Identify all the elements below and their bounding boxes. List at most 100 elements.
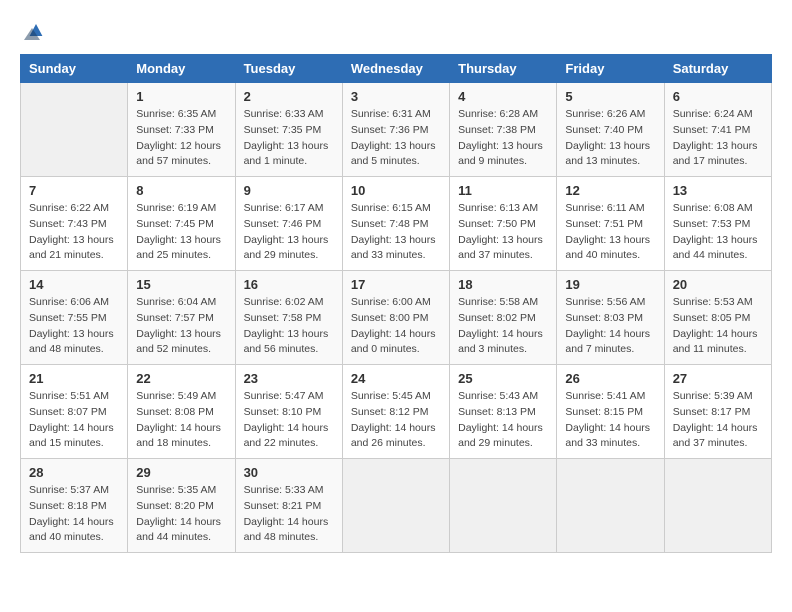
day-number: 10 — [351, 183, 441, 198]
day-info: Sunrise: 5:37 AMSunset: 8:18 PMDaylight:… — [29, 483, 119, 546]
calendar-cell: 12 Sunrise: 6:11 AMSunset: 7:51 PMDayligh… — [557, 177, 664, 271]
calendar-header: SundayMondayTuesdayWednesdayThursdayFrid… — [21, 55, 772, 83]
calendar-cell: 30Sunrise: 5:33 AMSunset: 8:21 PMDayligh… — [235, 459, 342, 553]
day-number: 19 — [565, 277, 655, 292]
day-info: Sunrise: 6:17 AMSunset: 7:46 PMDaylight:… — [244, 201, 334, 264]
day-info: Sunrise: 5:33 AMSunset: 8:21 PMDaylight:… — [244, 483, 334, 546]
day-info: Sunrise: 6:02 AMSunset: 7:58 PMDaylight:… — [244, 295, 334, 358]
calendar-cell: 15 Sunrise: 6:04 AMSunset: 7:57 PMDayligh… — [128, 271, 235, 365]
header-cell-tuesday: Tuesday — [235, 55, 342, 83]
day-info: Sunrise: 6:31 AMSunset: 7:36 PMDaylight:… — [351, 107, 441, 170]
week-row-3: 14Sunrise: 6:06 AMSunset: 7:55 PMDayligh… — [21, 271, 772, 365]
header-cell-wednesday: Wednesday — [342, 55, 449, 83]
day-info: Sunrise: 6:24 AMSunset: 7:41 PMDaylight:… — [673, 107, 763, 170]
calendar-cell: 7Sunrise: 6:22 AMSunset: 7:43 PMDaylight… — [21, 177, 128, 271]
day-info: Sunrise: 6:35 AMSunset: 7:33 PMDaylight:… — [136, 107, 226, 170]
day-number: 2 — [244, 89, 334, 104]
day-number: 26 — [565, 371, 655, 386]
day-info: Sunrise: 5:58 AMSunset: 8:02 PMDaylight:… — [458, 295, 548, 358]
day-info: Sunrise: 5:43 AMSunset: 8:13 PMDaylight:… — [458, 389, 548, 452]
day-info: Sunrise: 6:33 AMSunset: 7:35 PMDaylight:… — [244, 107, 334, 170]
day-info: Sunrise: 6:13 AMSunset: 7:50 PMDaylight:… — [458, 201, 548, 264]
page-header — [20, 20, 772, 44]
day-number: 25 — [458, 371, 548, 386]
day-number: 21 — [29, 371, 119, 386]
day-number: 27 — [673, 371, 763, 386]
calendar-cell: 28 Sunrise: 5:37 AMSunset: 8:18 PMDayligh… — [21, 459, 128, 553]
calendar-cell: 4 Sunrise: 6:28 AMSunset: 7:38 PMDaylight… — [450, 83, 557, 177]
day-info: Sunrise: 6:15 AMSunset: 7:48 PMDaylight:… — [351, 201, 441, 264]
day-number: 4 — [458, 89, 548, 104]
calendar-cell: 26 Sunrise: 5:41 AMSunset: 8:15 PMDayligh… — [557, 365, 664, 459]
week-row-5: 28 Sunrise: 5:37 AMSunset: 8:18 PMDayligh… — [21, 459, 772, 553]
day-number: 3 — [351, 89, 441, 104]
day-number: 6 — [673, 89, 763, 104]
day-number: 17 — [351, 277, 441, 292]
day-info: Sunrise: 6:19 AMSunset: 7:45 PMDaylight:… — [136, 201, 226, 264]
logo — [20, 20, 54, 44]
day-number: 18 — [458, 277, 548, 292]
calendar-cell: 17 Sunrise: 6:00 AMSunset: 8:00 PMDayligh… — [342, 271, 449, 365]
day-number: 11 — [458, 183, 548, 198]
week-row-2: 7Sunrise: 6:22 AMSunset: 7:43 PMDaylight… — [21, 177, 772, 271]
day-number: 8 — [136, 183, 226, 198]
day-info: Sunrise: 6:08 AMSunset: 7:53 PMDaylight:… — [673, 201, 763, 264]
day-number: 28 — [29, 465, 119, 480]
calendar-cell: 11 Sunrise: 6:13 AMSunset: 7:50 PMDayligh… — [450, 177, 557, 271]
header-cell-sunday: Sunday — [21, 55, 128, 83]
calendar-cell — [342, 459, 449, 553]
calendar-cell: 19 Sunrise: 5:56 AMSunset: 8:03 PMDayligh… — [557, 271, 664, 365]
day-info: Sunrise: 6:28 AMSunset: 7:38 PMDaylight:… — [458, 107, 548, 170]
calendar-cell: 5 Sunrise: 6:26 AMSunset: 7:40 PMDaylight… — [557, 83, 664, 177]
calendar-table: SundayMondayTuesdayWednesdayThursdayFrid… — [20, 54, 772, 553]
day-number: 9 — [244, 183, 334, 198]
week-row-1: 1 Sunrise: 6:35 AMSunset: 7:33 PMDaylight… — [21, 83, 772, 177]
day-number: 15 — [136, 277, 226, 292]
calendar-cell: 22 Sunrise: 5:49 AMSunset: 8:08 PMDayligh… — [128, 365, 235, 459]
calendar-cell: 3 Sunrise: 6:31 AMSunset: 7:36 PMDaylight… — [342, 83, 449, 177]
day-number: 5 — [565, 89, 655, 104]
day-info: Sunrise: 6:11 AMSunset: 7:51 PMDaylight:… — [565, 201, 655, 264]
calendar-cell: 21 Sunrise: 5:51 AMSunset: 8:07 PMDayligh… — [21, 365, 128, 459]
week-row-4: 21 Sunrise: 5:51 AMSunset: 8:07 PMDayligh… — [21, 365, 772, 459]
calendar-cell — [664, 459, 771, 553]
calendar-cell: 2 Sunrise: 6:33 AMSunset: 7:35 PMDaylight… — [235, 83, 342, 177]
day-info: Sunrise: 6:06 AMSunset: 7:55 PMDaylight:… — [29, 295, 119, 358]
day-number: 22 — [136, 371, 226, 386]
calendar-cell: 16 Sunrise: 6:02 AMSunset: 7:58 PMDayligh… — [235, 271, 342, 365]
calendar-cell: 1 Sunrise: 6:35 AMSunset: 7:33 PMDaylight… — [128, 83, 235, 177]
calendar-cell: 8 Sunrise: 6:19 AMSunset: 7:45 PMDaylight… — [128, 177, 235, 271]
day-info: Sunrise: 5:56 AMSunset: 8:03 PMDaylight:… — [565, 295, 655, 358]
calendar-cell: 25 Sunrise: 5:43 AMSunset: 8:13 PMDayligh… — [450, 365, 557, 459]
day-number: 7 — [29, 183, 119, 198]
day-info: Sunrise: 5:51 AMSunset: 8:07 PMDaylight:… — [29, 389, 119, 452]
day-info: Sunrise: 6:26 AMSunset: 7:40 PMDaylight:… — [565, 107, 655, 170]
header-cell-monday: Monday — [128, 55, 235, 83]
logo-icon — [20, 20, 44, 44]
day-info: Sunrise: 5:49 AMSunset: 8:08 PMDaylight:… — [136, 389, 226, 452]
calendar-cell — [21, 83, 128, 177]
day-info: Sunrise: 5:39 AMSunset: 8:17 PMDaylight:… — [673, 389, 763, 452]
day-info: Sunrise: 6:04 AMSunset: 7:57 PMDaylight:… — [136, 295, 226, 358]
day-info: Sunrise: 6:00 AMSunset: 8:00 PMDaylight:… — [351, 295, 441, 358]
day-number: 1 — [136, 89, 226, 104]
calendar-cell: 29Sunrise: 5:35 AMSunset: 8:20 PMDayligh… — [128, 459, 235, 553]
day-number: 12 — [565, 183, 655, 198]
calendar-body: 1 Sunrise: 6:35 AMSunset: 7:33 PMDaylight… — [21, 83, 772, 553]
header-row: SundayMondayTuesdayWednesdayThursdayFrid… — [21, 55, 772, 83]
calendar-cell: 13 Sunrise: 6:08 AMSunset: 7:53 PMDayligh… — [664, 177, 771, 271]
calendar-cell: 10 Sunrise: 6:15 AMSunset: 7:48 PMDayligh… — [342, 177, 449, 271]
header-cell-friday: Friday — [557, 55, 664, 83]
calendar-cell: 27 Sunrise: 5:39 AMSunset: 8:17 PMDayligh… — [664, 365, 771, 459]
day-info: Sunrise: 5:41 AMSunset: 8:15 PMDaylight:… — [565, 389, 655, 452]
day-number: 24 — [351, 371, 441, 386]
calendar-cell — [557, 459, 664, 553]
day-info: Sunrise: 5:53 AMSunset: 8:05 PMDaylight:… — [673, 295, 763, 358]
day-info: Sunrise: 5:47 AMSunset: 8:10 PMDaylight:… — [244, 389, 334, 452]
calendar-cell: 18 Sunrise: 5:58 AMSunset: 8:02 PMDayligh… — [450, 271, 557, 365]
day-number: 29 — [136, 465, 226, 480]
day-number: 16 — [244, 277, 334, 292]
day-number: 13 — [673, 183, 763, 198]
calendar-cell — [450, 459, 557, 553]
calendar-cell: 20Sunrise: 5:53 AMSunset: 8:05 PMDayligh… — [664, 271, 771, 365]
